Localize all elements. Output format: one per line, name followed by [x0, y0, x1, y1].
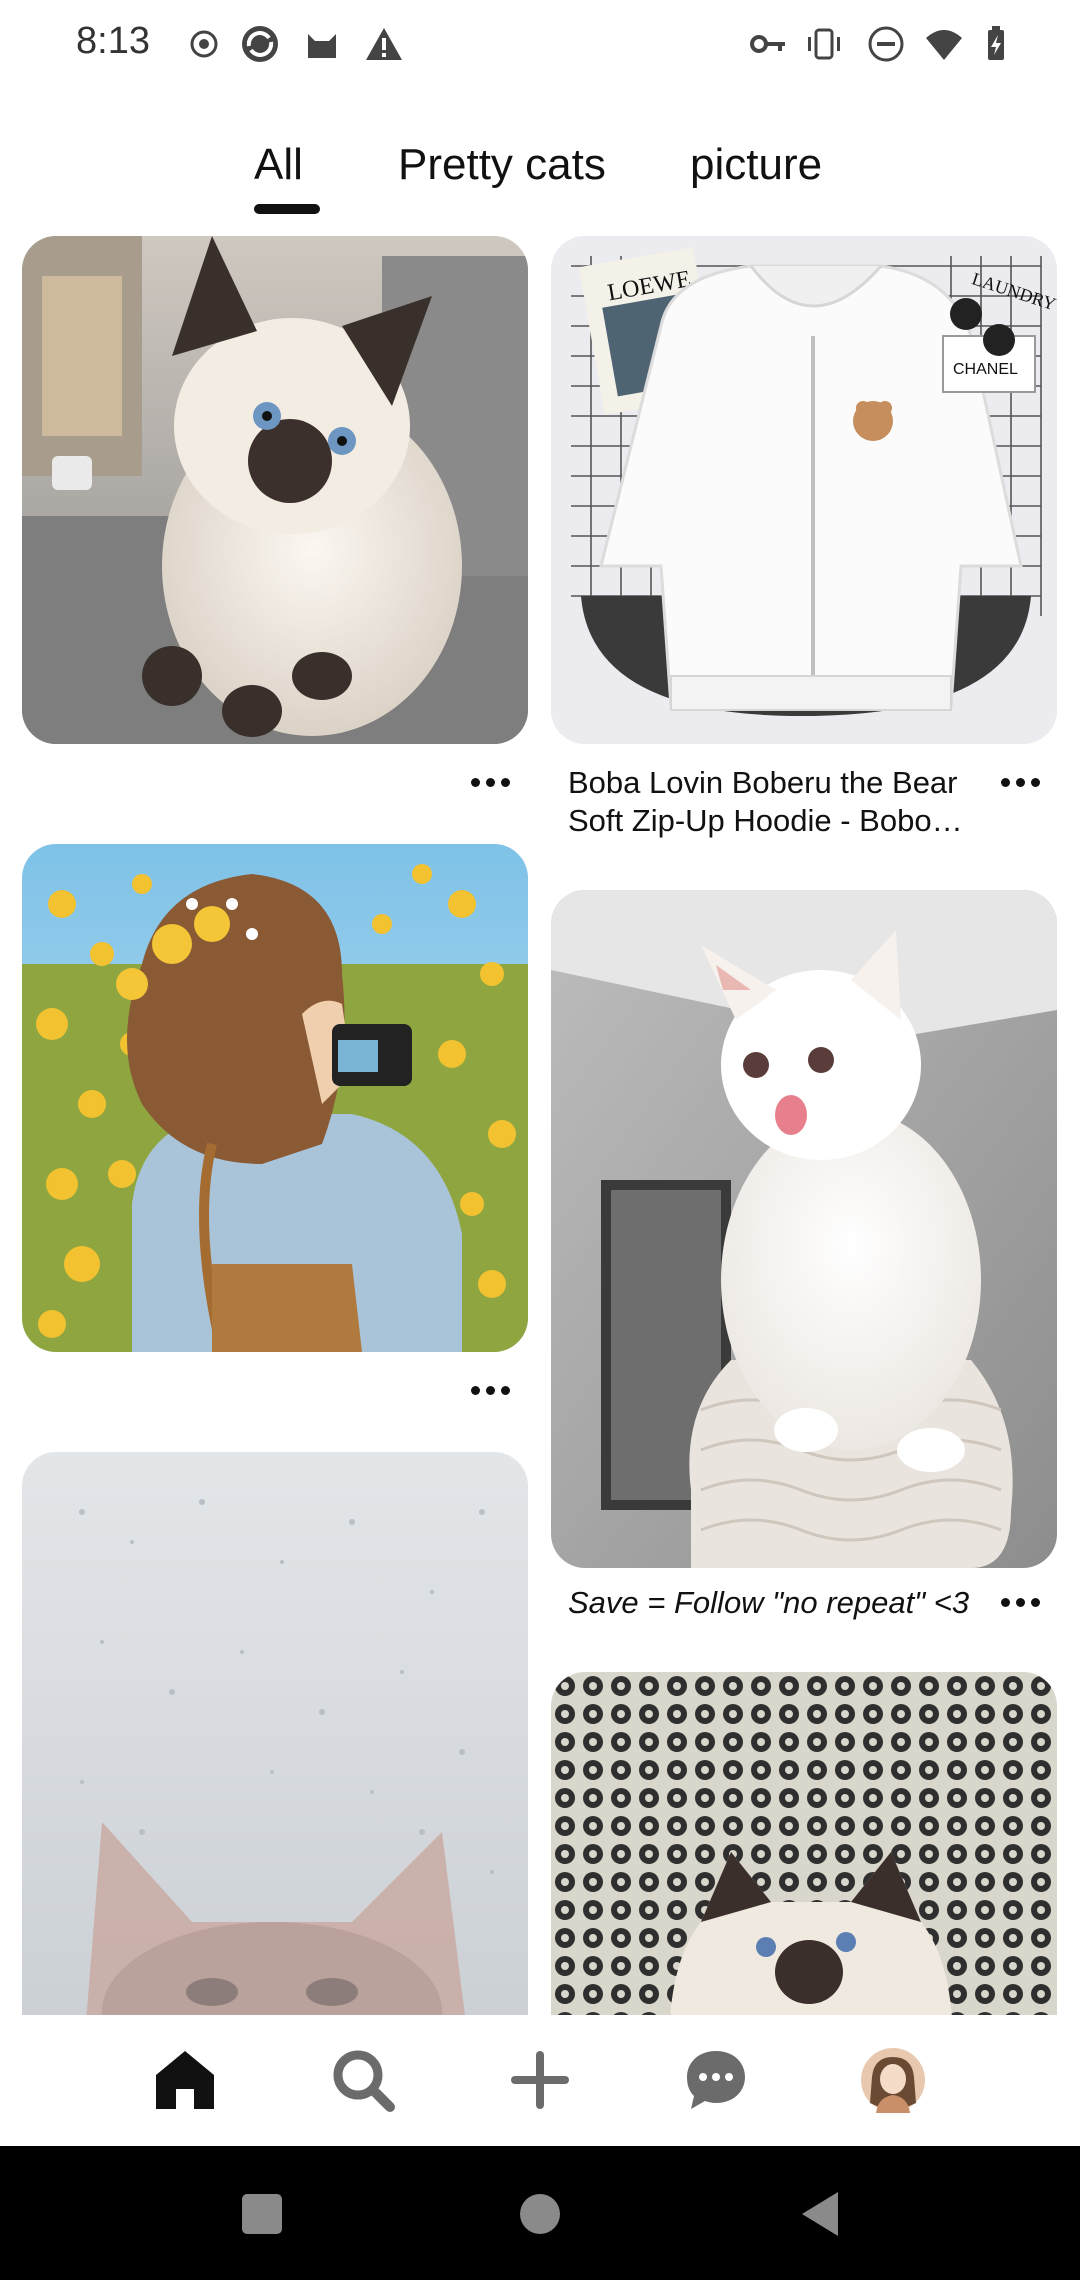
back-button[interactable] — [790, 2184, 850, 2244]
home-icon — [156, 2051, 214, 2109]
tab-pretty-cats[interactable]: Pretty cats — [398, 140, 606, 190]
nav-search[interactable] — [320, 2037, 406, 2123]
status-time: 8:13 — [76, 20, 150, 62]
chat-icon — [687, 2051, 745, 2109]
pin-more-options[interactable] — [460, 762, 520, 802]
home-circle-icon — [520, 2194, 560, 2234]
vpn-key-icon — [748, 24, 788, 64]
status-bar: 8:13 — [0, 0, 1080, 90]
pin-kitten-pattern[interactable] — [551, 1672, 1057, 2016]
nav-home[interactable] — [142, 2037, 228, 2123]
nav-profile[interactable] — [850, 2037, 936, 2123]
system-navigation-bar — [0, 2146, 1080, 2280]
active-tab-indicator — [254, 204, 320, 214]
plus-icon — [511, 2051, 569, 2109]
pin-caption-hoodie: Boba Lovin Boberu the Bear Soft Zip-Up H… — [568, 764, 988, 840]
record-icon — [184, 24, 224, 64]
hoodie-image: LOEWE CHANEL LAUNDRY — [551, 236, 1057, 744]
nav-create[interactable] — [497, 2037, 583, 2123]
pin-hoodie[interactable]: LOEWE CHANEL LAUNDRY — [551, 236, 1057, 744]
pin-rain-cat[interactable] — [22, 1452, 528, 2016]
avatar — [861, 2048, 925, 2113]
vibrate-icon — [804, 24, 844, 64]
back-icon — [802, 2192, 838, 2236]
girl-camera-image — [22, 844, 528, 1352]
tab-all[interactable]: All — [254, 140, 303, 190]
sync-app-icon — [240, 24, 280, 64]
warning-icon — [364, 24, 404, 64]
pin-more-options[interactable] — [460, 1370, 520, 1410]
pin-more-options[interactable] — [990, 1582, 1050, 1622]
tab-picture[interactable]: picture — [690, 140, 822, 190]
rain-cat-image — [22, 1452, 528, 2016]
pin-white-kitten[interactable] — [551, 890, 1057, 1568]
bottom-navigation — [0, 2015, 1080, 2145]
recents-icon — [242, 2194, 282, 2234]
chanel-label: CHANEL — [953, 361, 1018, 378]
search-icon — [333, 2050, 395, 2112]
nav-messages[interactable] — [673, 2037, 759, 2123]
pin-kitten-siamese[interactable] — [22, 236, 528, 744]
cat-app-icon — [302, 24, 342, 64]
pin-girl-camera[interactable] — [22, 844, 528, 1352]
do-not-disturb-icon — [866, 24, 906, 64]
kitten-pattern-image — [551, 1672, 1057, 2016]
recents-button[interactable] — [232, 2184, 292, 2244]
pin-caption-white-kitten: Save = Follow "no repeat" <3 — [568, 1585, 970, 1620]
caption-line: Boba Lovin Boberu the Bear — [568, 765, 958, 800]
white-kitten-image — [551, 890, 1057, 1568]
pin-more-options[interactable] — [990, 762, 1050, 802]
pinterest-home-screen: 8:13 All Pretty cats picture LOEWE CHANE… — [0, 0, 1080, 2280]
board-tabs: All Pretty cats picture — [0, 140, 1080, 220]
caption-line: Soft Zip-Up Hoodie - Bobo… — [568, 803, 963, 838]
kitten-image — [22, 236, 528, 744]
pin-feed[interactable]: LOEWE CHANEL LAUNDRY Boba Lovin Boberu t… — [0, 236, 1080, 2016]
wifi-icon — [924, 24, 964, 64]
battery-charging-icon — [976, 24, 1016, 64]
home-button[interactable] — [510, 2184, 570, 2244]
